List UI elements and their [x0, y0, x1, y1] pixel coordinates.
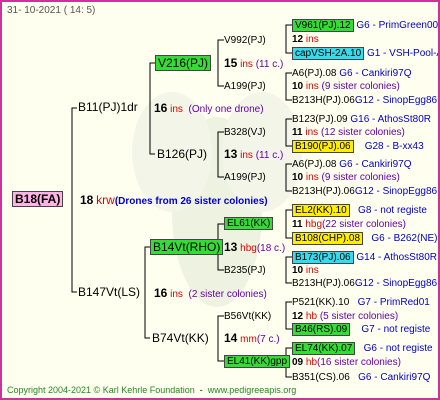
gen1-drone-1: 16 ins (2 sister colonies) [154, 286, 267, 301]
gen4-row-11: B213H(PJ).06G12 - SinopEgg86R [292, 186, 440, 197]
gen4-row-1: 12 ins [292, 34, 319, 45]
gen4-row-21: EL74(KK).07 G6 - not registe [292, 342, 433, 355]
gen1-queen-0: B11(PJ)1dr [78, 100, 138, 114]
gen4-row-10: 10 ins (9 sister colonies) [292, 172, 400, 183]
date-stamp: 31- 10-2021 ( 14: 5) [7, 5, 96, 16]
gen4-row-7: 11 ins (12 sister colonies) [292, 127, 405, 138]
root-queen-name: B18(FA) [12, 191, 64, 207]
gen4-row-5: B213H(PJ).06G12 - SinopEgg86R [292, 95, 440, 106]
gen4-row-17: B213H(PJ).06G12 - SinopEgg86R [292, 278, 440, 289]
gen4-row-4: 10 ins (9 sister colonies) [292, 81, 400, 92]
gen2-drone-1: 13 ins (11 c.) [224, 147, 284, 162]
gen3-queen-4: EL61(KK) [224, 217, 274, 230]
root-queen: B18(FA) [12, 191, 64, 207]
gen4-row-0: V961(PJ).12 G6 - PrimGreen00 [292, 19, 438, 32]
gen4-row-12: EL2(KK).10 G8 - not registe [292, 204, 427, 217]
gen4-row-13: 11 hbg(22 sister colonies) [292, 219, 406, 230]
gen1-queen-1: B147Vt(LS) [78, 285, 141, 299]
footer: Copyright 2004-2021 © Karl Kehrle Founda… [7, 385, 297, 395]
gen2-drone-0: 15 ins (11 c.) [224, 56, 284, 71]
gen3-queen-2: B328(VJ) [224, 127, 266, 138]
root-drone-info: 18 krw(Drones from 26 sister colonies) [80, 193, 268, 208]
gen4-row-15: B173(PJ).06 G14 - AthosSt80R [292, 251, 437, 264]
copyright-text: Copyright 2004-2021 © Karl Kehrle Founda… [7, 385, 195, 395]
gen2-queen-1: B126(PJ) [157, 147, 208, 161]
gen4-row-16: 10 ins [292, 265, 319, 276]
gen4-row-9: A6(PJ).08 G6 - Cankiri97Q [292, 159, 412, 170]
gen3-queen-1: A199(PJ) [224, 81, 266, 92]
gen4-row-8: B190(PJ).06 G28 - B-xx43 [292, 140, 424, 153]
gen4-row-22: 09 hb(16 sister colonies) [292, 357, 401, 368]
gen1-drone-0: 16 ins (Only one drone) [154, 101, 264, 116]
gen2-queen-2: B14Vt(RHO) [150, 239, 224, 255]
gen4-row-19: 12 hb (5 sister colonies) [292, 311, 399, 322]
gen4-row-6: B123(PJ).09 G16 - AthosSt80R [292, 114, 431, 125]
gen4-row-2: capVSH-2A.10 G1 - VSH-Pool-AR [292, 47, 438, 60]
pedigree-frame: 31- 10-2021 ( 14: 5) B18(FA) 18 krw(Dron… [0, 0, 440, 400]
gen4-row-23: B351(CS).06 G6 - Cankiri97Q [292, 372, 431, 383]
gen3-queen-5: B235(PJ) [224, 265, 266, 276]
gen3-queen-7: EL41(KK)gpp [224, 355, 291, 368]
gen4-row-20: B46(RS).09 G7 - not registe [292, 323, 430, 336]
gen4-row-18: P521(KK).10 G7 - PrimRed01 [292, 297, 430, 308]
gen4-row-3: A6(PJ).08 G6 - Cankiri97Q [292, 68, 412, 79]
gen2-drone-2: 13 hbg(18 c.) [224, 240, 286, 255]
gen2-queen-3: B74Vt(KK) [152, 331, 209, 345]
gen3-queen-6: B56Vt(KK) [224, 311, 272, 322]
gen4-row-14: B108(CHP).08 G6 - B262(NE) [292, 232, 438, 245]
footer-url: www.pedigreeapis.org [207, 385, 297, 395]
gen2-queen-0: V216(PJ) [155, 55, 212, 71]
gen3-queen-3: A199(PJ) [224, 172, 266, 183]
gen2-drone-3: 14 mm(7 c.) [224, 331, 280, 346]
gen3-queen-0: V992(PJ) [224, 35, 266, 46]
